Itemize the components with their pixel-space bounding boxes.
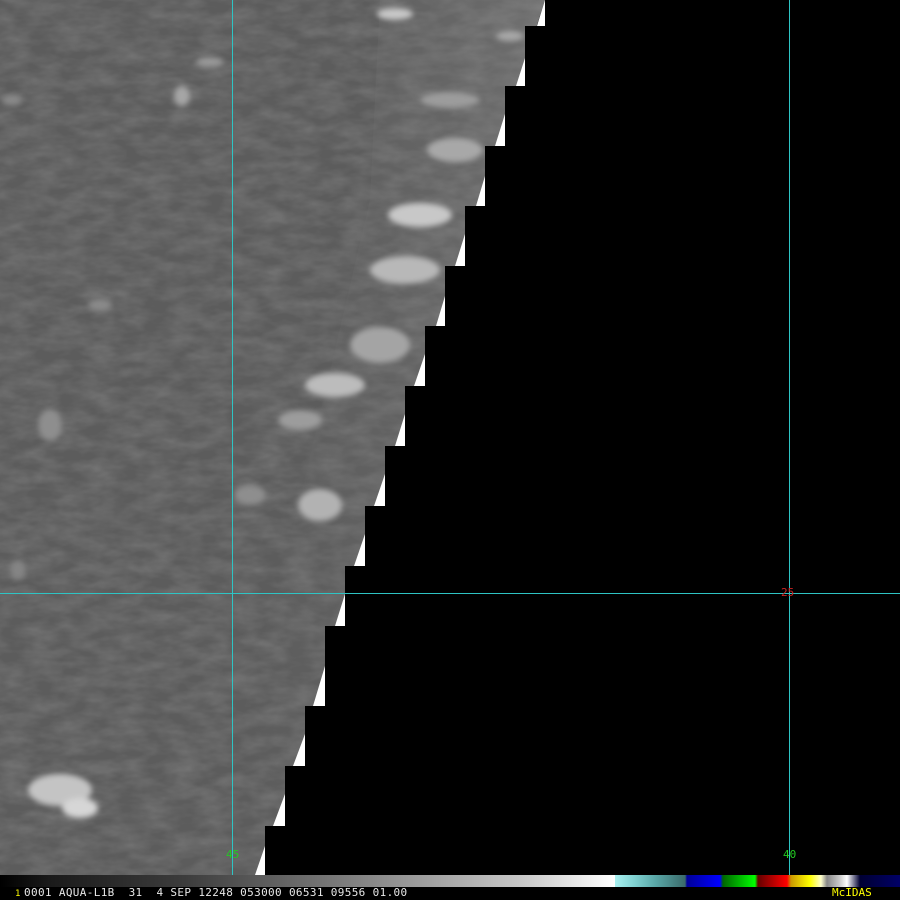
latitude-label-25: 25 [781, 586, 795, 599]
satellite-image-panel[interactable]: 45 40 25 [0, 0, 900, 875]
longitude-label-40: 40 [783, 848, 797, 861]
satellite-image [0, 0, 900, 875]
image-info-text: 0001 AQUA-L1B 31 4 SEP 12248 053000 0653… [24, 886, 408, 899]
mcidas-brand-label: McIDAS [832, 886, 872, 899]
longitude-label-45: 45 [226, 848, 240, 861]
frame-number: 1 [15, 889, 21, 899]
